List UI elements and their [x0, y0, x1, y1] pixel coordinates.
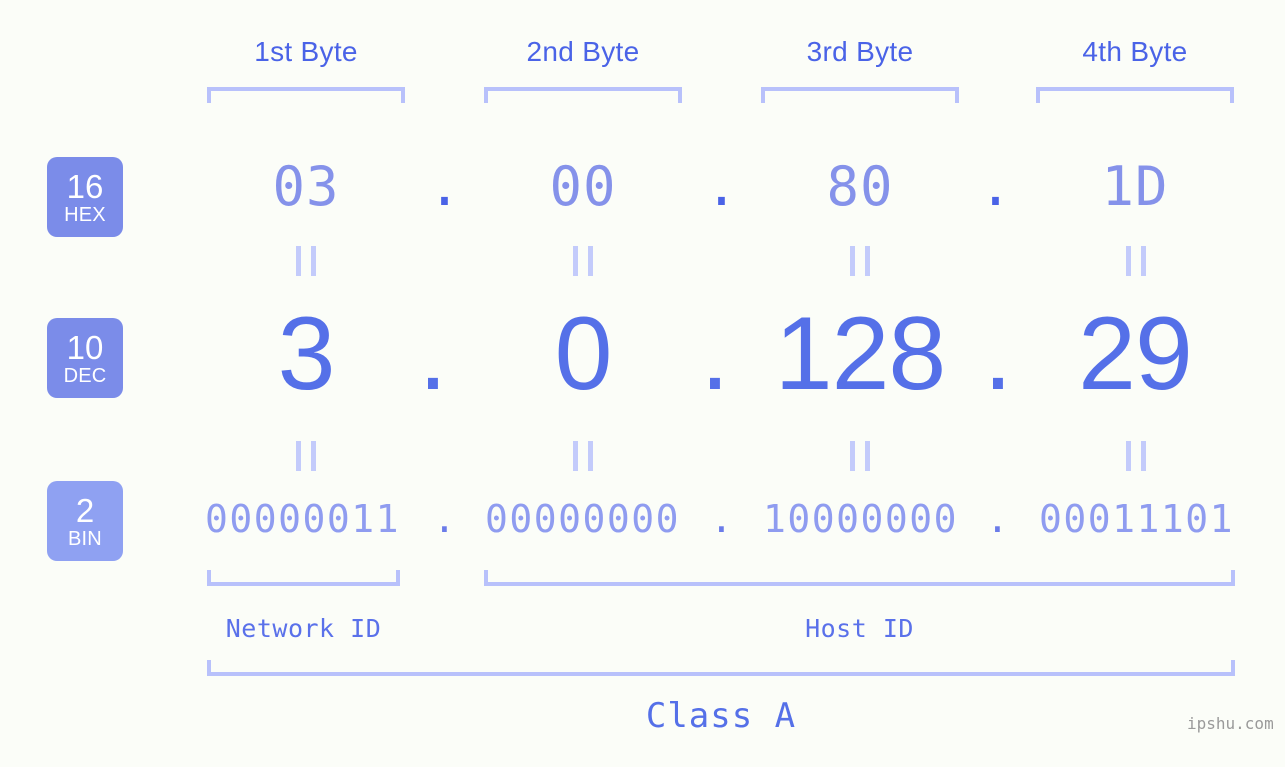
- base-badge-hex: 16 HEX: [47, 157, 123, 237]
- bin-separator-2: .: [710, 497, 733, 541]
- dec-byte-3: 128: [774, 296, 947, 412]
- byte-header-2: 2nd Byte: [526, 36, 640, 67]
- class-bracket: [207, 660, 1235, 676]
- equals-connector-dec-bin-1: [296, 441, 316, 471]
- equals-connector-hex-dec-4: [1126, 246, 1146, 276]
- equals-connector-hex-dec-2: [573, 246, 593, 276]
- base-badge-hex-number: 16: [66, 167, 104, 205]
- base-badge-hex-label: HEX: [64, 203, 106, 226]
- base-badge-bin-number: 2: [75, 491, 95, 529]
- byte-header-3: 3rd Byte: [806, 36, 914, 67]
- equals-connector-hex-dec-3: [850, 246, 870, 276]
- class-label: Class A: [645, 696, 797, 736]
- base-badge-dec-number: 10: [66, 328, 104, 366]
- byte-header-1: 1st Byte: [254, 36, 358, 67]
- network-id-label: Network ID: [225, 614, 382, 643]
- hex-separator-1: .: [428, 155, 461, 218]
- bin-separator-3: .: [986, 497, 1009, 541]
- hex-separator-3: .: [979, 155, 1012, 218]
- byte-bracket-3: [761, 87, 959, 103]
- dec-separator-2: .: [700, 296, 730, 412]
- hex-byte-3: 80: [826, 155, 894, 218]
- dec-byte-4: 29: [1078, 296, 1193, 412]
- equals-connector-hex-dec-1: [296, 246, 316, 276]
- dec-separator-1: .: [418, 296, 448, 412]
- byte-header-4: 4th Byte: [1082, 36, 1188, 67]
- base-badge-dec: 10 DEC: [47, 318, 123, 398]
- equals-connector-dec-bin-2: [573, 441, 593, 471]
- bin-byte-3: 10000000: [762, 497, 959, 541]
- bin-byte-2: 00000000: [484, 497, 681, 541]
- bin-byte-4: 00011101: [1038, 497, 1235, 541]
- dec-separator-3: .: [983, 296, 1013, 412]
- hex-separator-2: .: [705, 155, 738, 218]
- dec-byte-1: 3: [277, 296, 336, 412]
- equals-connector-dec-bin-4: [1126, 441, 1146, 471]
- dec-byte-2: 0: [554, 296, 613, 412]
- byte-bracket-4: [1036, 87, 1234, 103]
- byte-bracket-1: [207, 87, 405, 103]
- base-badge-bin: 2 BIN: [47, 481, 123, 561]
- hex-byte-4: 1D: [1101, 155, 1169, 218]
- host-id-label: Host ID: [805, 614, 914, 643]
- bin-separator-1: .: [433, 497, 456, 541]
- network-id-bracket: [207, 570, 400, 586]
- host-id-bracket: [484, 570, 1235, 586]
- watermark-ipshu: ipshu.com: [1187, 714, 1274, 733]
- byte-bracket-2: [484, 87, 682, 103]
- equals-connector-dec-bin-3: [850, 441, 870, 471]
- base-badge-bin-label: BIN: [68, 527, 102, 550]
- base-badge-dec-label: DEC: [63, 364, 107, 387]
- hex-byte-2: 00: [549, 155, 617, 218]
- bin-byte-1: 00000011: [204, 497, 401, 541]
- ip-address-breakdown-diagram: 1st Byte 2nd Byte 3rd Byte 4th Byte 16 H…: [0, 0, 1285, 767]
- hex-byte-1: 03: [272, 155, 340, 218]
